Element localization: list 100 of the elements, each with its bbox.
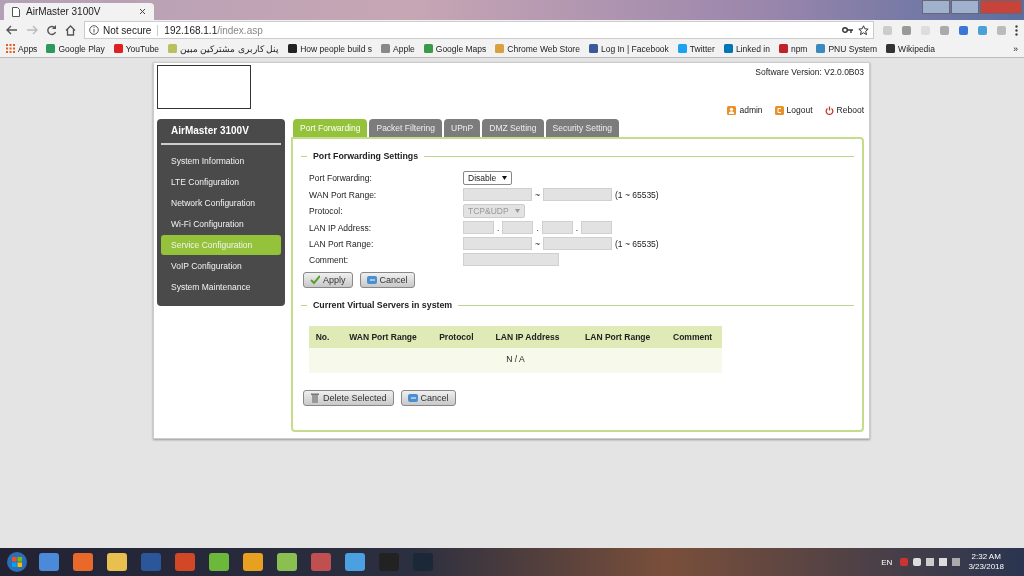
tab[interactable]: Security Setting [545,119,620,137]
field-label: LAN IP Address: [309,222,373,233]
clock-date[interactable]: 3/23/2018 [968,562,1004,572]
separator: . [536,222,539,233]
menu-icon[interactable] [1015,24,1018,36]
separator: . [497,222,500,233]
key-icon[interactable] [842,26,854,34]
check-icon [310,275,320,285]
bookmark[interactable]: Apple [381,43,415,54]
bookmark-icon [495,44,505,53]
bookmark-icon [113,44,123,53]
range-hint: (1 ~ 65535) [614,238,659,249]
sidebar-item[interactable]: LTE Configuration [161,172,281,192]
tab[interactable]: DMZ Setting [482,119,544,137]
software-version: Software Version: V2.0.0B03 [755,67,864,77]
app-icon[interactable] [274,551,300,573]
field-label: WAN Port Range: [309,189,378,200]
extension-icon[interactable] [901,24,912,36]
bookmark[interactable]: Twitter [677,43,715,54]
bookmark[interactable]: Log In | Facebook [588,43,669,54]
bookmark[interactable]: پنل کاربری مشترکین مبین [168,43,280,54]
user-link[interactable]: admin [727,105,763,115]
empty-message: N / A [309,348,722,373]
app-icon[interactable] [240,551,266,573]
bookmark-icon [46,44,56,53]
sidebar-item[interactable]: Wi-Fi Configuration [161,214,281,234]
home-icon[interactable] [65,24,76,36]
button[interactable]: Delete Selected [303,390,394,406]
button[interactable]: Cancel [359,272,415,288]
bookmark-icon [423,44,433,53]
bookmark-icon [816,44,826,53]
browser-tab[interactable]: AirMaster 3100V [4,3,154,20]
security-label: Not secure [103,24,152,36]
app-icon[interactable] [206,551,232,573]
extension-icon[interactable] [958,24,969,36]
app-icon[interactable] [70,551,96,573]
column-header: LAN IP Address [482,326,573,348]
user-icon [727,105,737,115]
address-bar[interactable]: Not secure 192.168.1.1/index.asp [84,21,874,39]
bookmark[interactable]: PNU System [816,43,878,54]
separator: ~ [535,189,540,200]
extension-icon[interactable] [977,24,988,36]
dropdown[interactable]: Disable [463,171,513,185]
bookmark[interactable]: Wikipedia [886,43,935,54]
maximize-button[interactable] [951,0,979,14]
app-icon[interactable] [104,551,130,573]
bookmark[interactable]: Apps [6,43,38,54]
more-bookmarks-button[interactable]: » [1013,43,1018,54]
field-label: LAN Port Range: [309,238,375,249]
sidebar-item[interactable]: VoIP Configuration [161,256,281,276]
bookmark[interactable]: YouTube [113,43,160,54]
clock-time[interactable]: 2:32 AM [971,552,1001,562]
bookmark-icon [288,44,298,53]
sidebar-item[interactable]: System Maintenance [161,277,281,297]
bookmark[interactable]: Chrome Web Store [495,43,580,54]
bookmark-icon [168,44,178,53]
caret-icon [502,176,508,180]
bookmark[interactable]: Linked in [723,43,770,54]
page-icon [12,6,20,17]
sidebar-item[interactable]: Network Configuration [161,193,281,213]
url-text: 192.168.1.1/index.asp [164,24,263,36]
bookmark-icon [723,44,733,53]
bookmark[interactable]: Google Maps [423,43,487,54]
bookmark[interactable]: Google Play [46,43,105,54]
language-indicator[interactable]: EN [881,557,893,567]
bookmark-icon [886,44,896,53]
logout-link[interactable]: Logout [774,105,813,115]
close-icon[interactable] [139,8,146,15]
bookmark-icon [778,44,788,53]
app-icon[interactable] [36,551,62,573]
bookmark-icon [677,44,687,53]
column-header: Comment [663,326,722,348]
column-header: WAN Port Range [336,326,430,348]
power-icon [824,105,834,115]
caret-icon [514,209,520,213]
sidebar-item[interactable]: System Information [161,151,281,171]
field-label: Port Forwarding: [309,173,373,183]
back-icon[interactable] [6,25,18,35]
bookmark[interactable]: npm [778,43,808,54]
reboot-link[interactable]: Reboot [824,105,864,115]
sidebar-title: AirMaster 3100V [161,125,281,145]
app-icon[interactable] [342,551,368,573]
tab[interactable]: Packet Filtering [369,119,443,137]
tray-icons[interactable] [900,557,961,567]
bookmark[interactable]: How people build s [288,43,372,54]
start-icon[interactable] [6,551,28,573]
info-icon [89,25,99,35]
range-hint: (1 ~ 65535) [614,189,659,200]
minimize-button[interactable] [922,0,950,14]
field-label: Comment: [309,254,350,265]
button[interactable]: Cancel [400,390,456,406]
tab[interactable]: UPnP [444,119,481,137]
button[interactable]: Apply [303,272,353,288]
column-header: LAN Port Range [572,326,664,348]
star-icon[interactable] [858,24,869,36]
field-label: Protocol: [309,206,344,216]
reload-icon[interactable] [46,24,57,36]
bookmark-icon [381,44,390,53]
section-title: Port Forwarding Settings [301,151,854,161]
bookmark-icon [588,44,598,53]
